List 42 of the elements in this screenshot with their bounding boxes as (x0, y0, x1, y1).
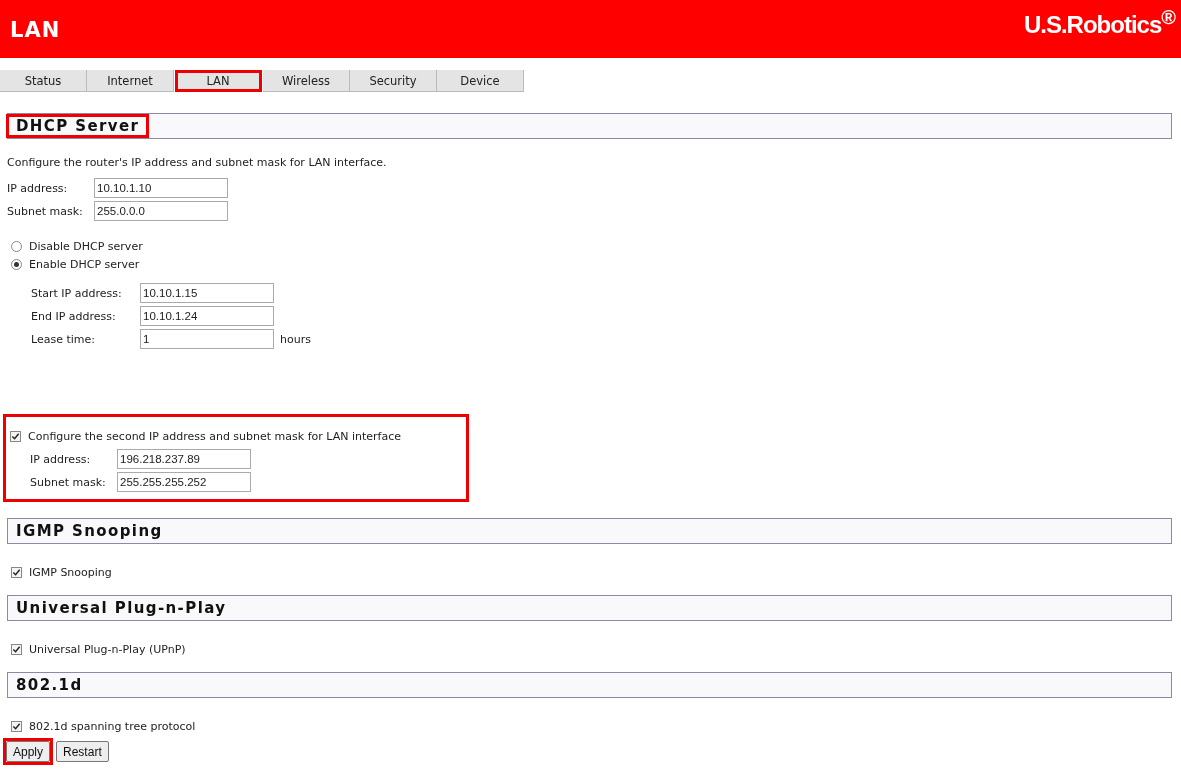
unit-label: hours (280, 332, 311, 346)
input-field[interactable]: 1 (140, 329, 274, 349)
section-title: DHCP Server (8, 116, 148, 136)
field-label: IP address: (7, 181, 69, 195)
checkbox-label: Universal Plug-n-Play (UPnP) (29, 642, 186, 656)
nav-tab[interactable]: Status (0, 70, 87, 92)
description-text: Configure the router's IP address and subnet mask for LAN interface. (7, 156, 388, 169)
page-title: LAN (10, 18, 61, 42)
section-title: 802.1d (15, 675, 84, 695)
radio-label: Enable DHCP server (29, 257, 140, 271)
section-title: IGMP Snooping (15, 521, 164, 541)
radio-button[interactable] (11, 240, 22, 252)
field-label: Subnet mask: (7, 204, 84, 218)
input-field[interactable]: 255.0.0.0 (94, 201, 228, 221)
field-label: Start IP address: (31, 286, 123, 300)
nav-tab[interactable]: Internet (87, 70, 174, 92)
field-label: IP address: (30, 452, 92, 466)
checkbox-label: Configure the second IP address and subnet mask for LAN interface (28, 429, 401, 443)
input-field[interactable]: 10.10.1.10 (94, 178, 228, 198)
radio-button[interactable] (11, 258, 22, 270)
brand-logo: U.S.Robotics$^{®}$ (1023, 6, 1175, 39)
field-label: End IP address: (31, 309, 117, 323)
section-title: Universal Plug-n-Play (15, 598, 228, 618)
nav-tab[interactable]: LAN (175, 70, 262, 92)
input-field[interactable]: 10.10.1.24 (140, 306, 274, 326)
input-field[interactable]: 196.218.237.89 (117, 449, 251, 469)
action-button[interactable]: Apply (6, 741, 51, 762)
checkbox[interactable] (11, 720, 22, 732)
nav-tab[interactable]: Device (437, 70, 524, 92)
field-label: Lease time: (31, 332, 96, 346)
checkbox[interactable] (10, 430, 21, 442)
checkbox-label: IGMP Snooping (29, 565, 112, 579)
checkbox[interactable] (11, 643, 22, 655)
input-field[interactable]: 255.255.255.252 (117, 472, 251, 492)
nav-tab[interactable]: Security (350, 70, 437, 92)
action-button[interactable]: Restart (56, 741, 109, 762)
nav-tab[interactable]: Wireless (263, 70, 350, 92)
checkbox-label: 802.1d spanning tree protocol (29, 719, 196, 733)
radio-label: Disable DHCP server (29, 239, 143, 253)
field-label: Subnet mask: (30, 475, 107, 489)
input-field[interactable]: 10.10.1.15 (140, 283, 274, 303)
checkbox[interactable] (11, 566, 22, 578)
